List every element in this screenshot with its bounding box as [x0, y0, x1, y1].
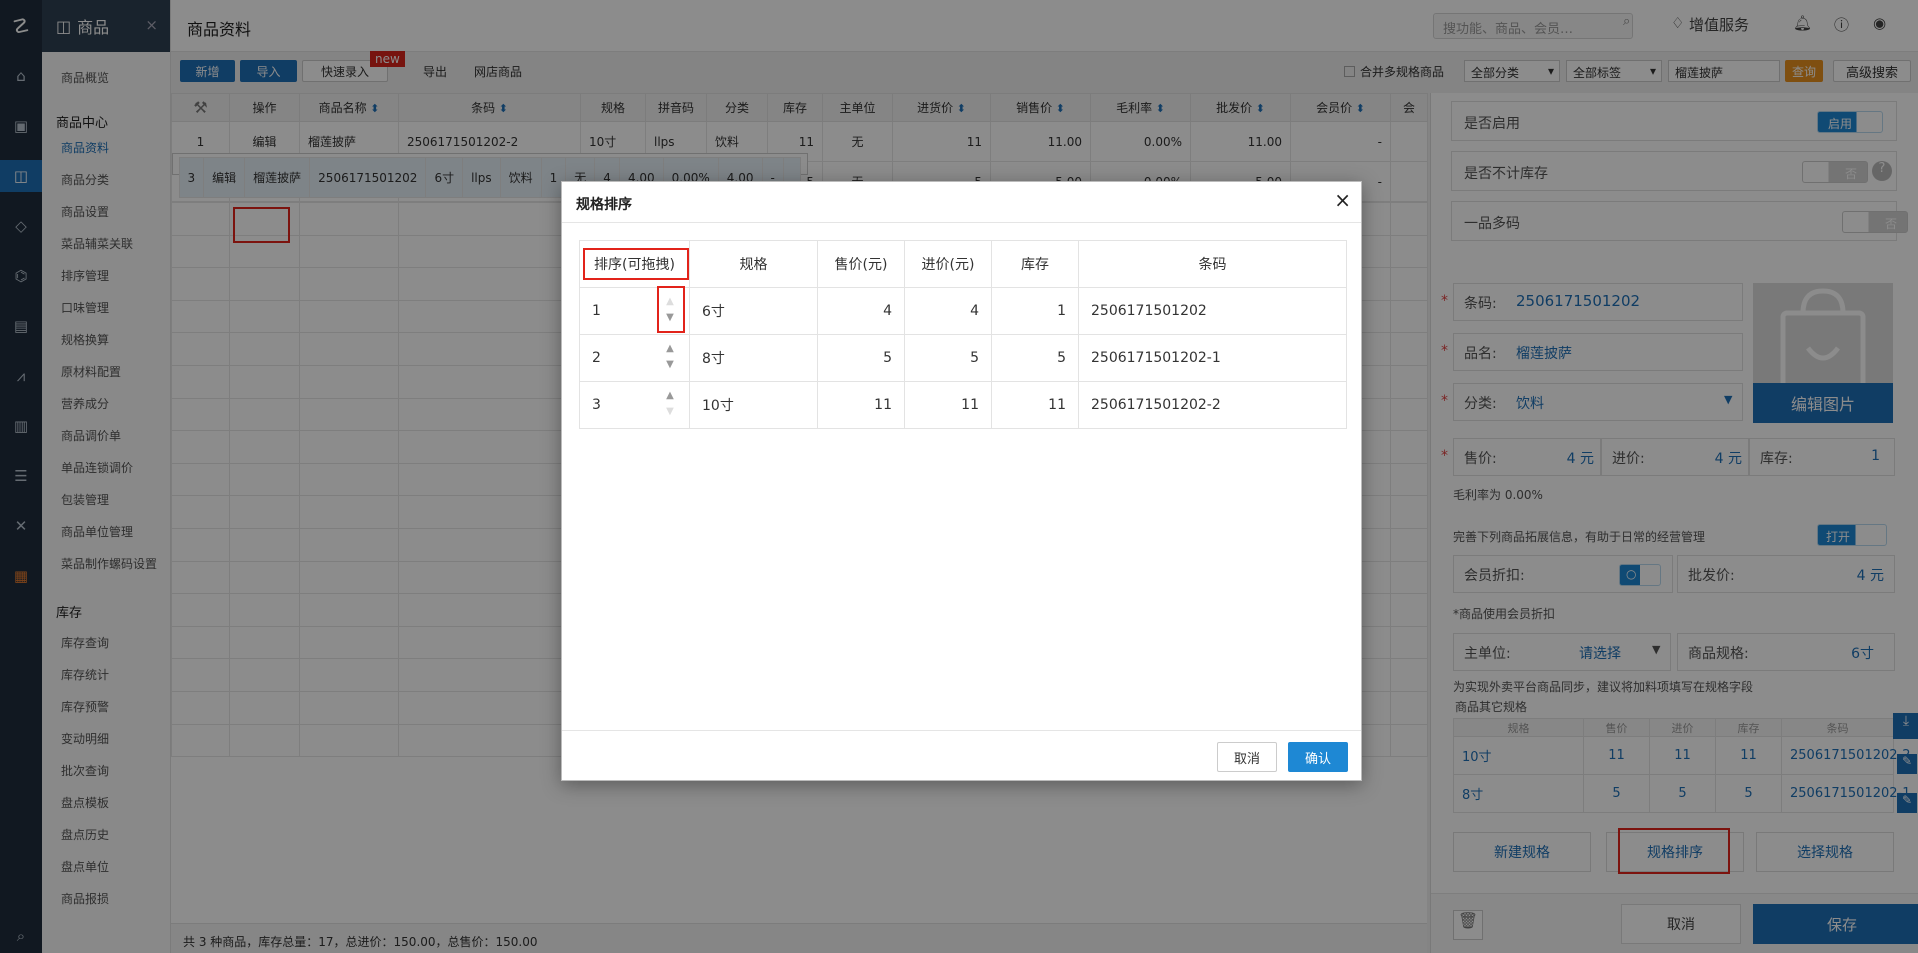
dialog-cell-text: 5 — [883, 350, 892, 366]
spec-sort-table: 排序(可拖拽) 规格 售价(元) 进价(元) 库存 条码 1 ▲ ▼ 6寸 4 4 1 25061715… — [579, 240, 1347, 429]
sort-index: 2 — [592, 350, 601, 366]
dialog-cell-text: 11 — [1048, 397, 1066, 413]
dialog-column-header: 进价(元) — [904, 240, 992, 288]
sort-cell[interactable]: 1 ▲ ▼ — [579, 287, 690, 335]
dialog-cell-text: 8寸 — [702, 351, 725, 367]
dialog-column-header: 排序(可拖拽) — [579, 240, 690, 288]
dialog-cell-text: 11 — [874, 397, 892, 413]
move-up-icon[interactable]: ▲ — [665, 296, 675, 307]
dialog-column-header: 条码 — [1078, 240, 1347, 288]
divider — [562, 222, 1361, 223]
dialog-cell-text: 10寸 — [702, 398, 734, 414]
divider — [562, 730, 1361, 731]
dialog-cell-text: 1 — [1057, 303, 1066, 319]
dialog-cell: 2506171501202-1 — [1078, 334, 1347, 382]
dialog-cell-text: 5 — [1057, 350, 1066, 366]
close-icon[interactable]: × — [1334, 188, 1351, 212]
move-down-icon[interactable]: ▼ — [665, 406, 675, 417]
dialog-row[interactable]: 1 ▲ ▼ 6寸 4 4 1 2506171501202 — [579, 287, 1347, 335]
dialog-cell: 2506171501202-2 — [1078, 381, 1347, 429]
move-down-icon[interactable]: ▼ — [665, 312, 675, 323]
sort-cell[interactable]: 2 ▲ ▼ — [579, 334, 690, 382]
dialog-cell: 11 — [991, 381, 1079, 429]
dialog-column-header: 库存 — [991, 240, 1079, 288]
spec-sort-dialog: 规格排序 × 排序(可拖拽) 规格 售价(元) 进价(元) 库存 条码 1 ▲ ▼ 6寸 4 4 1 2… — [561, 181, 1362, 781]
sort-cell[interactable]: 3 ▲ ▼ — [579, 381, 690, 429]
dialog-cell: 1 — [991, 287, 1079, 335]
move-up-icon[interactable]: ▲ — [665, 343, 675, 354]
dialog-column-header: 售价(元) — [817, 240, 905, 288]
move-down-icon[interactable]: ▼ — [665, 359, 675, 370]
dialog-cell: 4 — [904, 287, 992, 335]
dialog-cell: 8寸 — [689, 334, 818, 382]
dialog-cell-text: 2506171501202-2 — [1091, 397, 1221, 413]
dialog-cell: 5 — [817, 334, 905, 382]
dialog-cell-text: 11 — [961, 397, 979, 413]
dialog-cell: 2506171501202 — [1078, 287, 1347, 335]
move-up-icon[interactable]: ▲ — [665, 390, 675, 401]
dialog-row[interactable]: 2 ▲ ▼ 8寸 5 5 5 2506171501202-1 — [579, 334, 1347, 382]
dialog-cell: 11 — [817, 381, 905, 429]
dialog-title: 规格排序 — [576, 197, 632, 213]
dialog-cell-text: 2506171501202-1 — [1091, 350, 1221, 366]
dialog-cell: 5 — [991, 334, 1079, 382]
dialog-cell-text: 2506171501202 — [1091, 303, 1207, 319]
dialog-cancel-button[interactable]: 取消 — [1217, 742, 1277, 772]
dialog-cell: 6寸 — [689, 287, 818, 335]
dialog-cell-text: 6寸 — [702, 304, 725, 320]
dialog-column-header: 规格 — [689, 240, 818, 288]
sort-index: 3 — [592, 397, 601, 413]
dialog-confirm-button[interactable]: 确认 — [1288, 742, 1348, 772]
dialog-cell-text: 4 — [970, 303, 979, 319]
dialog-cell: 10寸 — [689, 381, 818, 429]
dialog-cell: 5 — [904, 334, 992, 382]
dialog-cell: 11 — [904, 381, 992, 429]
dialog-row[interactable]: 3 ▲ ▼ 10寸 11 11 11 2506171501202-2 — [579, 381, 1347, 429]
dialog-cell-text: 4 — [883, 303, 892, 319]
sort-index: 1 — [592, 303, 601, 319]
dialog-cell: 4 — [817, 287, 905, 335]
dialog-cell-text: 5 — [970, 350, 979, 366]
